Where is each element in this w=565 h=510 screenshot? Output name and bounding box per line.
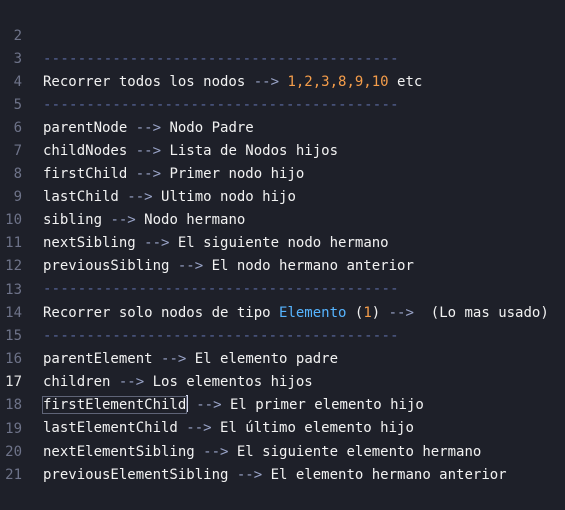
code-line[interactable]: 18 lastElementChild --> El último elemen… (0, 371, 565, 436)
property-name: previousElementSibling (43, 467, 237, 483)
code-line[interactable]: 21 (0, 441, 565, 483)
code-line[interactable]: 9 sibling --> Nodo hermano (0, 163, 565, 228)
code-line[interactable]: 16 children --> Los elementos hijos (0, 325, 565, 390)
code-line[interactable]: 11 previousSibling --> El nodo hermano a… (0, 209, 565, 274)
line-number: 21 (5, 467, 22, 483)
code-editor[interactable]: 2 --------------------------------------… (0, 0, 565, 483)
code-line[interactable]: 3 Recorrer todos los nodos --> 1,2,3,8,9… (0, 25, 565, 90)
code-line-active[interactable]: 17 firstElementChild --> El primer eleme… (0, 348, 565, 414)
code-line[interactable]: 6 childNodes --> Lista de Nodos hijos (0, 94, 565, 159)
arrow: --> (236, 467, 263, 483)
property-desc: El elemento hermano anterior (262, 467, 507, 483)
code-line[interactable]: 15 parentElement --> El elemento padre (0, 302, 565, 367)
code-line[interactable]: 10 nextSibling --> El siguiente nodo her… (0, 186, 565, 251)
code-line[interactable]: 13 Recorrer solo nodos de tipo Elemento … (0, 256, 565, 321)
code-line[interactable]: 12 -------------------------------------… (0, 232, 565, 297)
code-line[interactable]: 7 firstChild --> Primer nodo hijo (0, 117, 565, 182)
code-line[interactable]: 4 --------------------------------------… (0, 48, 565, 113)
code-line[interactable]: 19 nextElementSibling --> El siguiente e… (0, 395, 565, 460)
code-text: previousElementSibling --> El elemento h… (43, 464, 507, 487)
code-line[interactable]: 8 lastChild --> Ultimo nodo hijo (0, 140, 565, 205)
code-line[interactable]: 2 --------------------------------------… (0, 2, 565, 67)
code-line[interactable]: 20 previousElementSibling --> El element… (0, 418, 565, 483)
code-line[interactable]: 14 -------------------------------------… (0, 279, 565, 344)
code-line[interactable]: 5 parentNode --> Nodo Padre (0, 71, 565, 136)
